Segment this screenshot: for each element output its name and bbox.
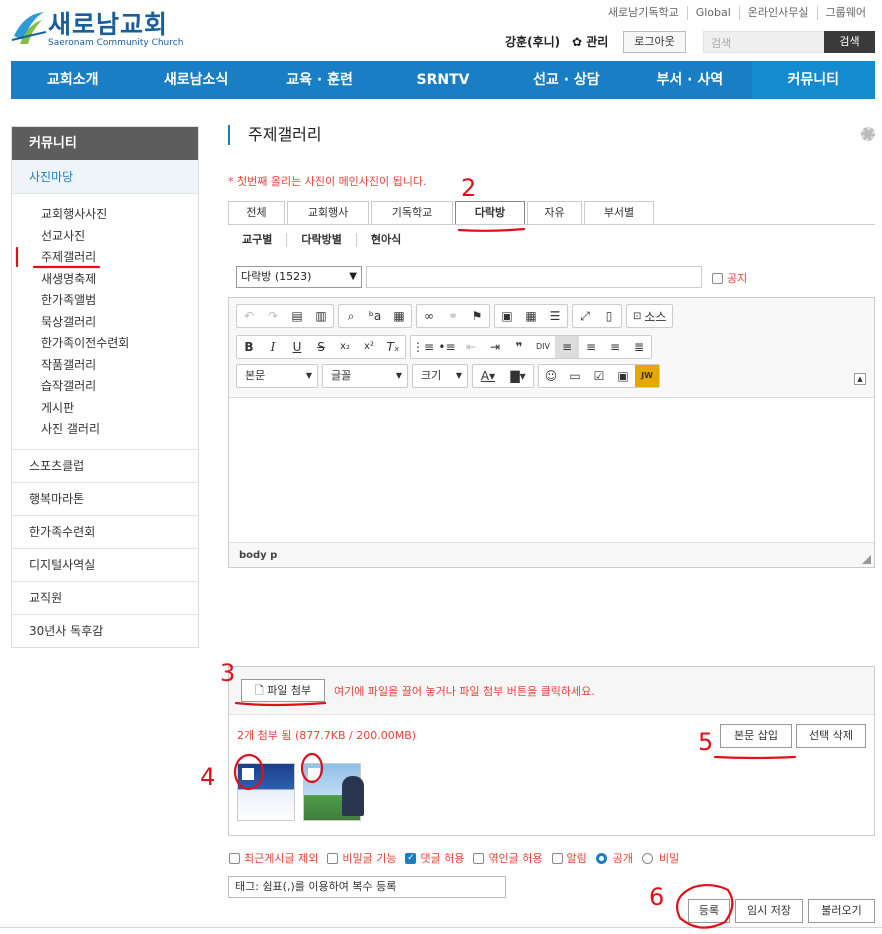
annotation-number-3: 3 (220, 659, 235, 687)
annotation-number-6: 6 (649, 883, 664, 911)
annotation-number-4: 4 (200, 763, 215, 791)
annotation-circle-thumb1 (233, 753, 265, 791)
annotation-circle-register (676, 883, 734, 929)
annotation-circle-thumb2 (300, 752, 324, 784)
annotation-underline-attach (234, 701, 327, 707)
annotation-layer: 2 3 4 5 6 (15, 174, 797, 929)
annotation-number-2: 2 (461, 174, 476, 202)
annotation-underline-tab (457, 227, 526, 232)
annotation-underline-insert (713, 755, 797, 760)
annotation-number-5: 5 (698, 728, 713, 756)
